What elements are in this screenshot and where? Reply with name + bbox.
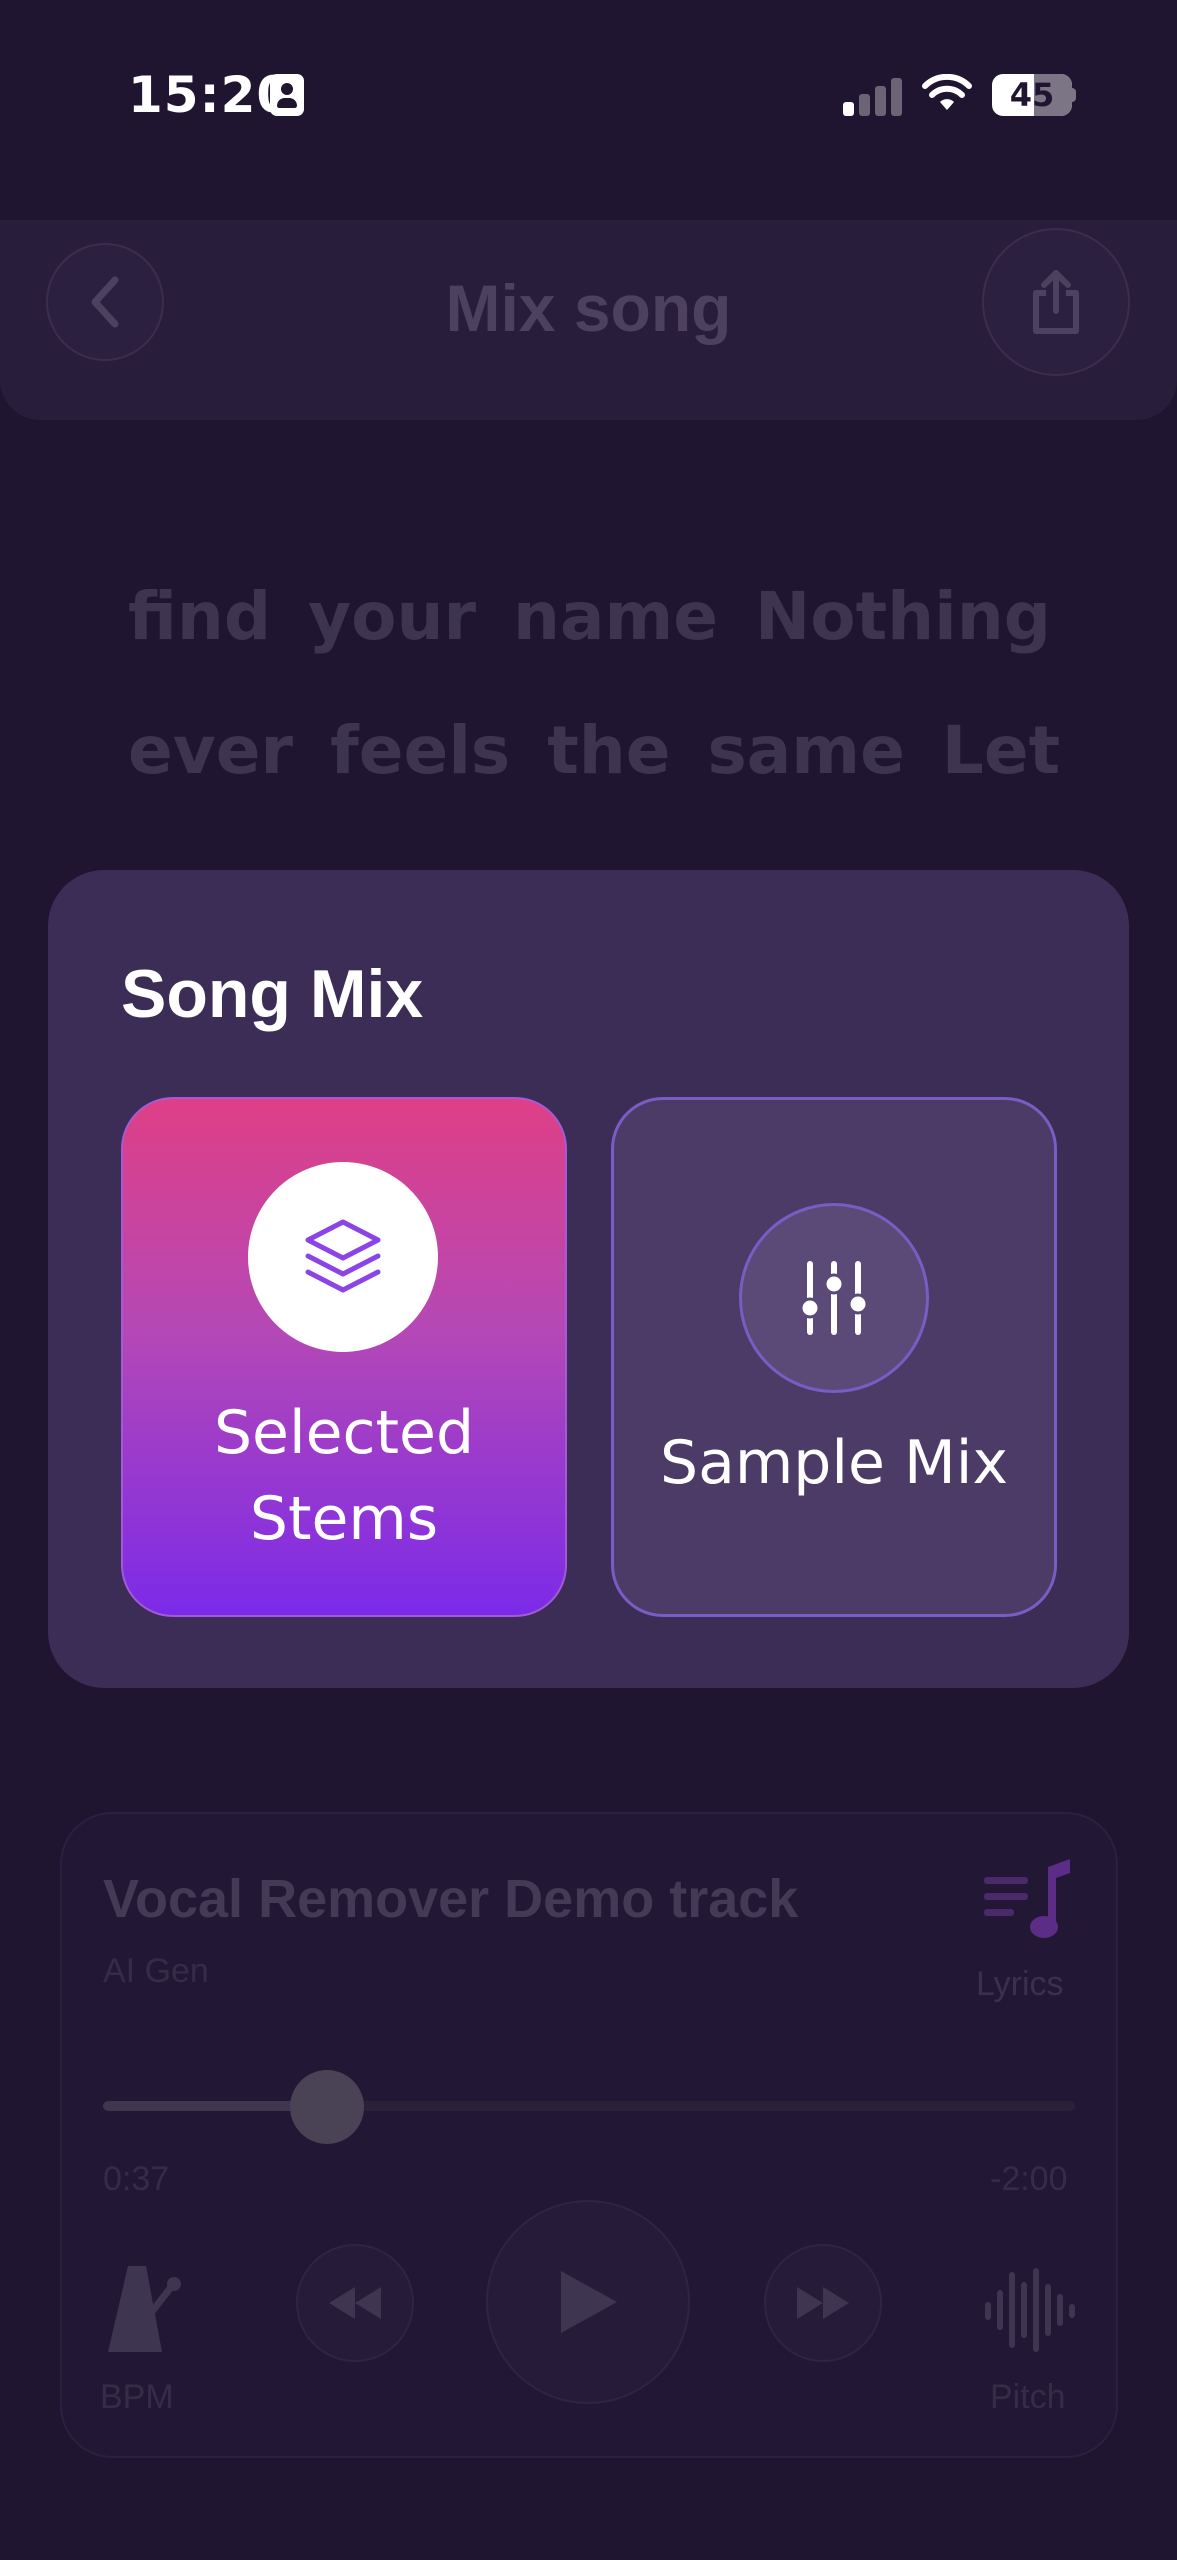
track-title: Vocal Remover Demo track — [103, 1869, 799, 1929]
waveform-icon[interactable] — [982, 2265, 1076, 2355]
lyrics-line: find your name Nothing — [128, 578, 1052, 655]
lyrics-line: ever feels the same Let — [128, 712, 1061, 789]
track-artist: AI Gen — [103, 1952, 209, 1990]
progress-thumb[interactable] — [289, 2070, 364, 2144]
selected-stems-label: Selected Stems — [121, 1390, 567, 1562]
lyrics-label: Lyrics — [976, 1965, 1064, 2003]
fast-forward-icon — [797, 2287, 849, 2319]
pitch-label: Pitch — [990, 2378, 1066, 2416]
remaining-time: -2:00 — [990, 2160, 1068, 2198]
sample-mix-icon-badge — [739, 1203, 929, 1393]
sample-mix-label: Sample Mix — [660, 1428, 1008, 1498]
bpm-label: BPM — [100, 2378, 174, 2416]
play-button[interactable] — [486, 2200, 690, 2404]
metronome-icon[interactable] — [100, 2260, 190, 2360]
selected-stems-label-line2: Stems — [249, 1484, 439, 1554]
share-icon — [1033, 270, 1079, 334]
play-icon — [561, 2271, 617, 2333]
wifi-icon — [922, 74, 972, 110]
share-button[interactable] — [982, 228, 1130, 376]
lyrics-music-icon[interactable] — [978, 1855, 1078, 1945]
sliders-icon — [799, 1261, 869, 1335]
rewind-icon — [329, 2287, 381, 2319]
dialog-title: Song Mix — [121, 956, 424, 1032]
stack-layers-icon — [305, 1219, 381, 1293]
stems-icon-badge — [248, 1162, 438, 1352]
battery-indicator: 45 — [992, 74, 1072, 116]
fast-forward-button[interactable] — [764, 2244, 882, 2362]
battery-tip — [1070, 88, 1076, 102]
cellular-signal-icon — [843, 76, 903, 116]
status-time: 15:20 — [128, 66, 293, 124]
elapsed-time: 0:37 — [103, 2160, 170, 2198]
rewind-button[interactable] — [296, 2244, 414, 2362]
battery-level: 45 — [1009, 76, 1055, 114]
selected-stems-label-line1: Selected — [213, 1398, 475, 1468]
contact-card-icon — [270, 74, 304, 116]
